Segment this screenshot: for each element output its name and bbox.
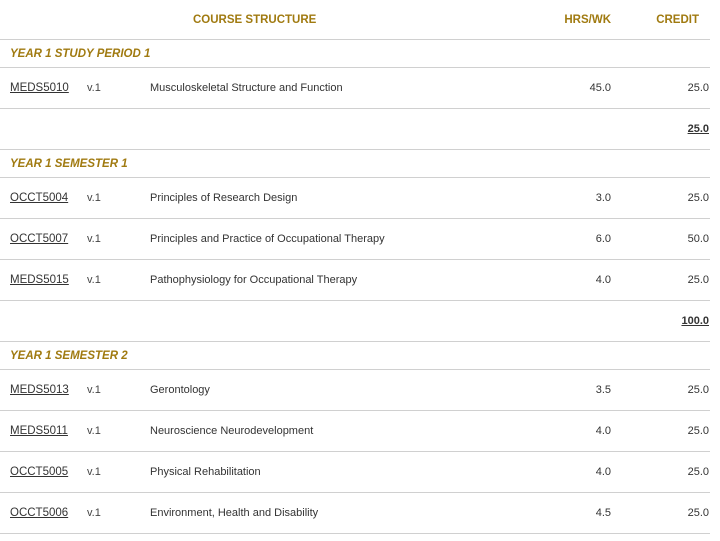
unit-credit: 25.0 [611,177,710,219]
unit-version: v.1 [87,218,150,260]
unit-credit: 25.0 [611,67,710,109]
period-heading: YEAR 1 STUDY PERIOD 1 [0,39,710,68]
table-row: OCCT5007 v.1 Principles and Practice of … [0,218,710,260]
unit-title: Neuroscience Neurodevelopment [150,410,461,452]
unit-title: Environment, Health and Disability [150,492,461,534]
header-credit: CREDIT [611,0,710,40]
unit-hrs: 3.5 [461,369,611,411]
unit-hrs: 45.0 [461,67,611,109]
table-row: MEDS5010 v.1 Musculoskeletal Structure a… [0,67,710,109]
unit-version: v.1 [87,410,150,452]
table-row: OCCT5004 v.1 Principles of Research Desi… [0,177,710,219]
unit-code-link[interactable]: MEDS5015 [10,274,69,286]
unit-credit: 25.0 [611,259,710,301]
unit-title: Pathophysiology for Occupational Therapy [150,259,461,301]
unit-hrs: 3.0 [461,177,611,219]
unit-code-link[interactable]: OCCT5006 [10,507,68,519]
table-row: MEDS5015 v.1 Pathophysiology for Occupat… [0,259,710,301]
header-spacer [87,0,150,40]
unit-code-link[interactable]: OCCT5005 [10,466,68,478]
period-heading-row: YEAR 1 SEMESTER 1 [0,149,710,178]
unit-version: v.1 [87,259,150,301]
header-spacer [0,0,87,40]
table-row: OCCT5006 v.1 Environment, Health and Dis… [0,492,710,534]
unit-hrs: 4.0 [461,410,611,452]
period-heading: YEAR 1 SEMESTER 1 [0,149,710,178]
period-heading: YEAR 1 SEMESTER 2 [0,341,710,370]
unit-code-link[interactable]: MEDS5011 [10,425,68,437]
unit-credit: 25.0 [611,492,710,534]
unit-version: v.1 [87,492,150,534]
unit-title: Principles and Practice of Occupational … [150,218,461,260]
unit-version: v.1 [87,67,150,109]
unit-hrs: 4.0 [461,259,611,301]
unit-hrs: 4.0 [461,451,611,493]
header-row: COURSE STRUCTURE HRS/WK CREDIT [0,0,710,40]
unit-code-link[interactable]: OCCT5004 [10,192,68,204]
subtotal-credit: 100.0 [611,300,710,342]
unit-code-link[interactable]: MEDS5010 [10,82,69,94]
table-row: MEDS5013 v.1 Gerontology 3.5 25.0 [0,369,710,411]
unit-title: Musculoskeletal Structure and Function [150,67,461,109]
unit-credit: 25.0 [611,451,710,493]
course-structure-table: COURSE STRUCTURE HRS/WK CREDIT YEAR 1 ST… [0,0,710,534]
unit-hrs: 4.5 [461,492,611,534]
unit-credit: 25.0 [611,410,710,452]
unit-version: v.1 [87,369,150,411]
unit-code-link[interactable]: MEDS5013 [10,384,69,396]
subtotal-credit: 25.0 [611,108,710,150]
unit-code-link[interactable]: OCCT5007 [10,233,68,245]
unit-version: v.1 [87,451,150,493]
unit-title: Gerontology [150,369,461,411]
subtotal-row: 25.0 [0,108,710,150]
unit-title: Principles of Research Design [150,177,461,219]
unit-hrs: 6.0 [461,218,611,260]
header-hrs-wk: HRS/WK [461,0,611,40]
unit-credit: 50.0 [611,218,710,260]
header-course-structure: COURSE STRUCTURE [150,0,461,40]
period-heading-row: YEAR 1 STUDY PERIOD 1 [0,39,710,68]
unit-credit: 25.0 [611,369,710,411]
subtotal-row: 100.0 [0,300,710,342]
table-row: OCCT5005 v.1 Physical Rehabilitation 4.0… [0,451,710,493]
unit-title: Physical Rehabilitation [150,451,461,493]
period-heading-row: YEAR 1 SEMESTER 2 [0,341,710,370]
table-row: MEDS5011 v.1 Neuroscience Neurodevelopme… [0,410,710,452]
unit-version: v.1 [87,177,150,219]
